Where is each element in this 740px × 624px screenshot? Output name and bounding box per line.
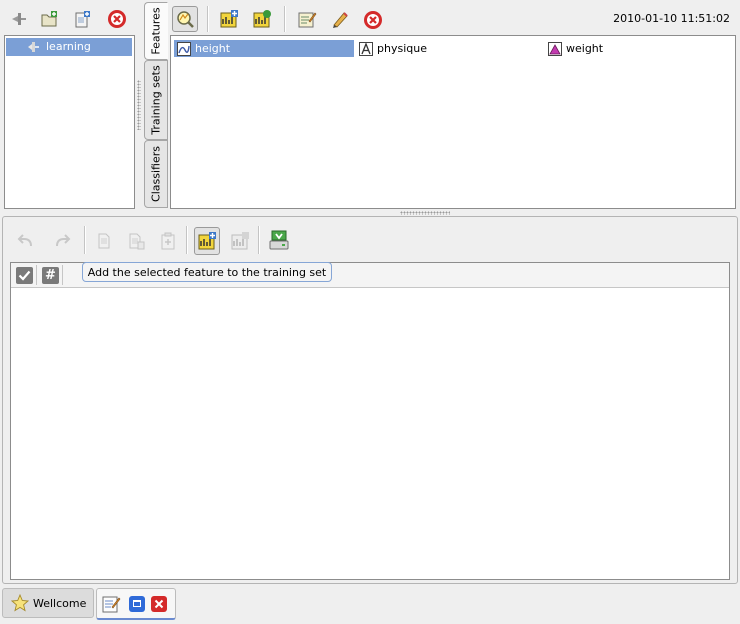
open-folder-icon [41, 11, 57, 27]
training-table [10, 262, 730, 580]
copy-icon [98, 233, 110, 249]
text-feature-icon [359, 41, 373, 56]
add-feature-icon [220, 10, 238, 28]
undo-button[interactable] [14, 229, 38, 253]
inspect-feature-button[interactable] [172, 6, 198, 32]
features-panel [170, 35, 736, 209]
save-button[interactable] [267, 228, 291, 252]
clipboard-icon [161, 232, 175, 250]
close-icon [154, 599, 164, 608]
feature-item-weight[interactable]: weight [545, 40, 725, 57]
toolbar-separator [258, 226, 260, 254]
redo-button[interactable] [50, 229, 74, 253]
notepad-icon [102, 596, 121, 612]
feature-settings-icon [253, 10, 271, 28]
tab-features[interactable]: Features [144, 2, 168, 60]
tab-classifiers[interactable]: Classifiers [144, 140, 168, 208]
numeric-feature-icon [177, 41, 191, 56]
close-circle-icon [108, 10, 126, 28]
pencil-icon [333, 12, 348, 28]
open-button[interactable] [37, 7, 61, 31]
new-document-icon [75, 11, 90, 28]
vertical-splitter[interactable] [137, 80, 141, 130]
horizontal-splitter[interactable] [400, 211, 450, 215]
timestamp: 2010-01-10 11:51:02 [613, 12, 730, 25]
wellcome-label: Wellcome [33, 596, 87, 610]
add-feature-to-training-set-icon [198, 232, 216, 250]
add-feature-button[interactable] [217, 7, 241, 31]
add-to-training-set-button[interactable] [194, 227, 220, 255]
toolbar-separator [207, 6, 209, 32]
maximize-button[interactable] [129, 595, 145, 612]
active-task-button[interactable] [96, 588, 176, 620]
edit-button[interactable] [295, 7, 319, 31]
hash-column-icon: # [42, 267, 59, 284]
new-button[interactable] [70, 7, 94, 31]
toolbar-separator [284, 6, 286, 32]
save-icon [269, 230, 289, 250]
wellcome-task-button[interactable]: Wellcome [2, 588, 94, 618]
column-header-check[interactable] [13, 265, 37, 285]
inspect-feature-icon [177, 11, 194, 28]
paste-icon [129, 233, 145, 250]
connect-button[interactable] [6, 7, 30, 31]
maximize-icon [133, 600, 141, 607]
redo-icon [56, 234, 71, 247]
close-button[interactable] [105, 7, 129, 31]
paste-button[interactable] [124, 229, 148, 253]
close-circle-icon [364, 11, 382, 29]
star-icon [11, 594, 29, 612]
copy-button[interactable] [92, 229, 116, 253]
tree-item-label: learning [46, 40, 91, 53]
toolbar-separator [186, 226, 188, 254]
tree-panel [4, 35, 135, 209]
feature-settings-button[interactable] [250, 7, 274, 31]
feature-item-physique[interactable]: physique [356, 40, 536, 57]
remove-feature-button[interactable] [228, 229, 252, 253]
clipboard-button[interactable] [156, 229, 180, 253]
tree-item-learning[interactable]: learning [6, 38, 132, 56]
delete-feature-button[interactable] [361, 8, 385, 32]
rename-button[interactable] [328, 7, 352, 31]
undo-icon [17, 234, 32, 247]
connect-icon [12, 13, 26, 25]
nominal-feature-icon [548, 41, 562, 56]
remove-feature-icon [231, 232, 249, 250]
tab-training-sets[interactable]: Training sets [144, 60, 168, 140]
tooltip: Add the selected feature to the training… [82, 262, 332, 282]
column-header-index[interactable]: # [39, 265, 63, 285]
edit-icon [298, 12, 317, 28]
plug-icon [28, 42, 39, 52]
checkbox-column-icon [16, 267, 33, 284]
toolbar-separator [84, 226, 86, 254]
close-window-button[interactable] [151, 595, 167, 612]
feature-item-height[interactable]: height [174, 40, 354, 57]
